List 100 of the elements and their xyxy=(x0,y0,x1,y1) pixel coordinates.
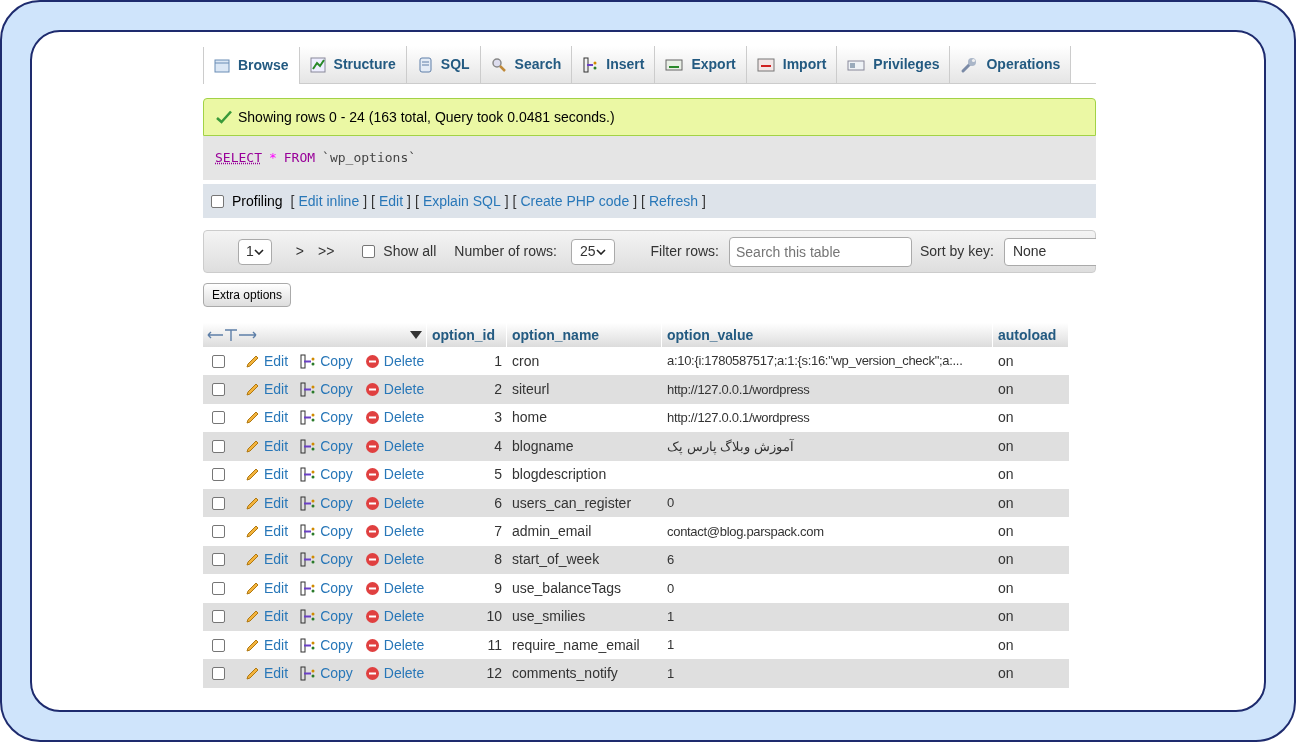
rows-select[interactable]: 25 xyxy=(570,238,615,265)
table-cell-text: admin_email xyxy=(511,522,593,542)
table-cell-text: http://127.0.0.1/wordpress xyxy=(666,380,811,399)
table-cell-text: 3 xyxy=(493,408,503,428)
copy-link[interactable]: Copy xyxy=(300,350,353,372)
table-cell-text: use_smilies xyxy=(511,607,587,627)
action-link[interactable]: Edit inline xyxy=(298,190,360,212)
filter-label: Filter rows: xyxy=(650,242,719,261)
edit-link[interactable]: Edit xyxy=(245,663,289,684)
action-link[interactable]: Edit xyxy=(378,190,404,212)
bracket: ] xyxy=(407,191,411,211)
bracket: [ xyxy=(290,191,295,211)
table-cell-text: on xyxy=(997,664,1015,683)
copy-link[interactable]: Copy xyxy=(300,492,353,514)
table-cell-text: use_balanceTags xyxy=(511,578,622,598)
delete-link[interactable]: Delete xyxy=(364,577,425,599)
filter-field[interactable]: Search this table xyxy=(729,236,912,267)
table-cell-text: 7 xyxy=(493,522,503,542)
copy-link[interactable]: Copy xyxy=(300,435,353,457)
table-cell-text: 10 xyxy=(485,607,503,627)
edit-link[interactable]: Edit xyxy=(245,549,289,571)
copy-link[interactable]: Copy xyxy=(300,577,353,599)
table-cell-text: 4 xyxy=(493,436,503,456)
tab[interactable]: Structure xyxy=(299,46,407,83)
table-cell-text: 1 xyxy=(493,351,503,371)
copy-link[interactable]: Copy xyxy=(300,407,353,429)
delete-link[interactable]: Delete xyxy=(364,606,425,628)
table-cell-text: 6 xyxy=(666,551,675,570)
table-cell-text: users_can_register xyxy=(511,493,633,513)
table-cell-text: 0 xyxy=(666,494,675,513)
delete-link[interactable]: Delete xyxy=(364,350,425,372)
tab[interactable]: Search xyxy=(480,46,573,83)
rows-label: Number of rows: xyxy=(454,242,557,261)
copy-link[interactable]: Copy xyxy=(300,521,353,543)
bracket: [ xyxy=(641,191,645,211)
edit-link[interactable]: Edit xyxy=(245,407,289,429)
next-page-link[interactable]: > xyxy=(295,241,304,262)
edit-link[interactable]: Edit xyxy=(245,464,289,486)
copy-link[interactable]: Copy xyxy=(300,549,353,571)
edit-link[interactable]: Edit xyxy=(245,492,289,514)
table-cell-text: 1 xyxy=(666,607,675,626)
table-cell-text: start_of_week xyxy=(511,550,601,570)
action-link[interactable]: Create PHP code xyxy=(520,190,630,212)
edit-link[interactable]: Edit xyxy=(245,379,289,401)
edit-link[interactable]: Edit xyxy=(245,350,289,372)
table-cell-text: 6 xyxy=(493,493,503,513)
copy-link[interactable]: Copy xyxy=(300,634,353,656)
table-cell-text: 1 xyxy=(666,636,675,655)
copy-link[interactable]: Copy xyxy=(300,606,353,628)
table-cell-text: on xyxy=(997,436,1015,456)
table-cell-text: require_name_email xyxy=(511,635,641,655)
delete-link[interactable]: Delete xyxy=(364,407,425,429)
table-cell-text: آموزش وبلاگ پارس پک xyxy=(666,437,795,457)
tab[interactable]: Browse xyxy=(203,47,300,84)
page-select[interactable]: 1 xyxy=(238,238,272,265)
table-cell-text: 1 xyxy=(666,664,675,683)
tab[interactable]: Insert xyxy=(572,46,656,83)
sql-keyword[interactable]: SELECT xyxy=(215,148,262,168)
delete-link[interactable]: Delete xyxy=(364,549,425,571)
table-cell-text: on xyxy=(997,550,1015,570)
delete-link[interactable]: Delete xyxy=(364,492,425,514)
tab[interactable]: Import xyxy=(746,46,838,83)
action-link[interactable]: Explain SQL xyxy=(422,190,501,212)
bracket: ] xyxy=(702,191,706,211)
table-cell-text: on xyxy=(997,380,1015,400)
table-cell-text: on xyxy=(997,351,1015,371)
table-cell-text: blogname xyxy=(511,436,575,456)
edit-link[interactable]: Edit xyxy=(245,435,289,457)
copy-link[interactable]: Copy xyxy=(300,663,353,684)
copy-link[interactable]: Copy xyxy=(300,464,353,486)
tab[interactable]: SQL xyxy=(406,46,481,83)
table-cell-text: 11 xyxy=(486,635,503,655)
tab[interactable]: Export xyxy=(655,46,747,83)
delete-link[interactable]: Delete xyxy=(364,435,425,457)
table-cell-text: siteurl xyxy=(511,380,551,400)
delete-link[interactable]: Delete xyxy=(364,521,425,543)
show-all-label: Show all xyxy=(383,242,437,261)
table-cell-text: http://127.0.0.1/wordpress xyxy=(666,409,811,428)
edit-link[interactable]: Edit xyxy=(245,634,289,656)
copy-link[interactable]: Copy xyxy=(300,379,353,401)
table-cell-text: on xyxy=(997,578,1015,598)
delete-link[interactable]: Delete xyxy=(364,663,425,684)
bracket: [ xyxy=(371,191,375,211)
delete-link[interactable]: Delete xyxy=(364,464,425,486)
bracket: [ xyxy=(512,191,517,211)
delete-link[interactable]: Delete xyxy=(364,379,425,401)
last-page-link[interactable]: >> xyxy=(318,241,335,262)
extra-options-button[interactable]: Extra options xyxy=(203,283,292,307)
tab[interactable]: Privileges xyxy=(837,46,951,83)
edit-link[interactable]: Edit xyxy=(245,521,289,543)
edit-link[interactable]: Edit xyxy=(245,577,289,599)
action-link[interactable]: Refresh xyxy=(648,190,698,212)
table-cell-text: on xyxy=(997,408,1015,428)
table-cell-text: comments_notify xyxy=(511,664,619,683)
delete-link[interactable]: Delete xyxy=(364,634,425,656)
sort-select[interactable]: None xyxy=(1003,237,1096,266)
edit-link[interactable]: Edit xyxy=(245,606,289,628)
table-cell-text: contact@blog.parspack.com xyxy=(666,522,825,541)
sql-table-name: `wp_options` xyxy=(322,149,417,168)
tab[interactable]: Operations xyxy=(950,46,1072,83)
